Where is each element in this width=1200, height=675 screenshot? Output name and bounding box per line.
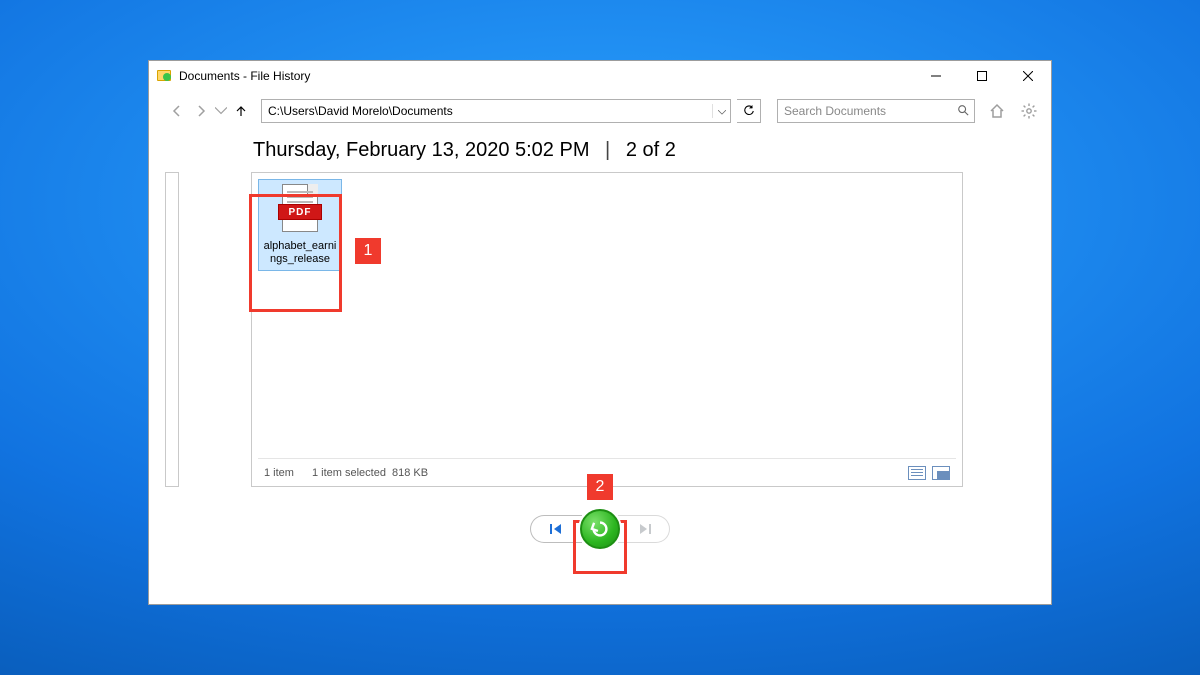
status-item-count: 1 item [264,467,294,479]
titlebar: Documents - File History [149,61,1051,91]
restore-button[interactable] [580,509,620,549]
address-dropdown-icon[interactable] [712,104,730,118]
file-list-pane[interactable]: PDF alphabet_earnings_release 1 item 1 i… [251,172,963,487]
version-controls [149,509,1051,549]
window-title: Documents - File History [179,69,310,83]
pdf-file-icon: PDF [276,184,324,238]
version-position: 2 of 2 [626,139,676,161]
search-icon[interactable] [952,104,974,119]
version-datetime: Thursday, February 13, 2020 5:02 PM [253,139,589,161]
navigation-toolbar: C:\Users\David Morelo\Documents [149,91,1051,131]
status-selection: 1 item selected [312,467,386,479]
up-button[interactable] [231,101,251,121]
status-size: 818 KB [392,467,428,479]
version-heading: Thursday, February 13, 2020 5:02 PM | 2 … [149,131,1051,172]
address-bar[interactable]: C:\Users\David Morelo\Documents [261,99,731,123]
file-history-window: Documents - File History C:\Users\D [148,60,1052,605]
details-view-button[interactable] [908,466,926,480]
back-button[interactable] [167,101,187,121]
settings-gear-icon[interactable] [1019,101,1039,121]
heading-separator: | [605,139,610,161]
history-dropdown-icon[interactable] [215,101,227,121]
maximize-button[interactable] [959,61,1005,91]
refresh-button[interactable] [737,99,761,123]
minimize-button[interactable] [913,61,959,91]
close-button[interactable] [1005,61,1051,91]
search-input[interactable] [778,104,952,118]
previous-version-pane[interactable] [165,172,179,487]
icons-view-button[interactable] [932,466,950,480]
forward-button[interactable] [191,101,211,121]
app-icon [157,68,173,84]
pdf-badge: PDF [278,204,322,220]
address-text: C:\Users\David Morelo\Documents [262,104,712,118]
previous-version-button[interactable] [530,515,582,543]
next-version-button[interactable] [618,515,670,543]
search-box[interactable] [777,99,975,123]
home-icon[interactable] [987,101,1007,121]
status-bar: 1 item 1 item selected 818 KB [258,458,956,486]
file-name: alphabet_earnings_release [261,240,339,266]
file-item-selected[interactable]: PDF alphabet_earnings_release [258,179,342,271]
